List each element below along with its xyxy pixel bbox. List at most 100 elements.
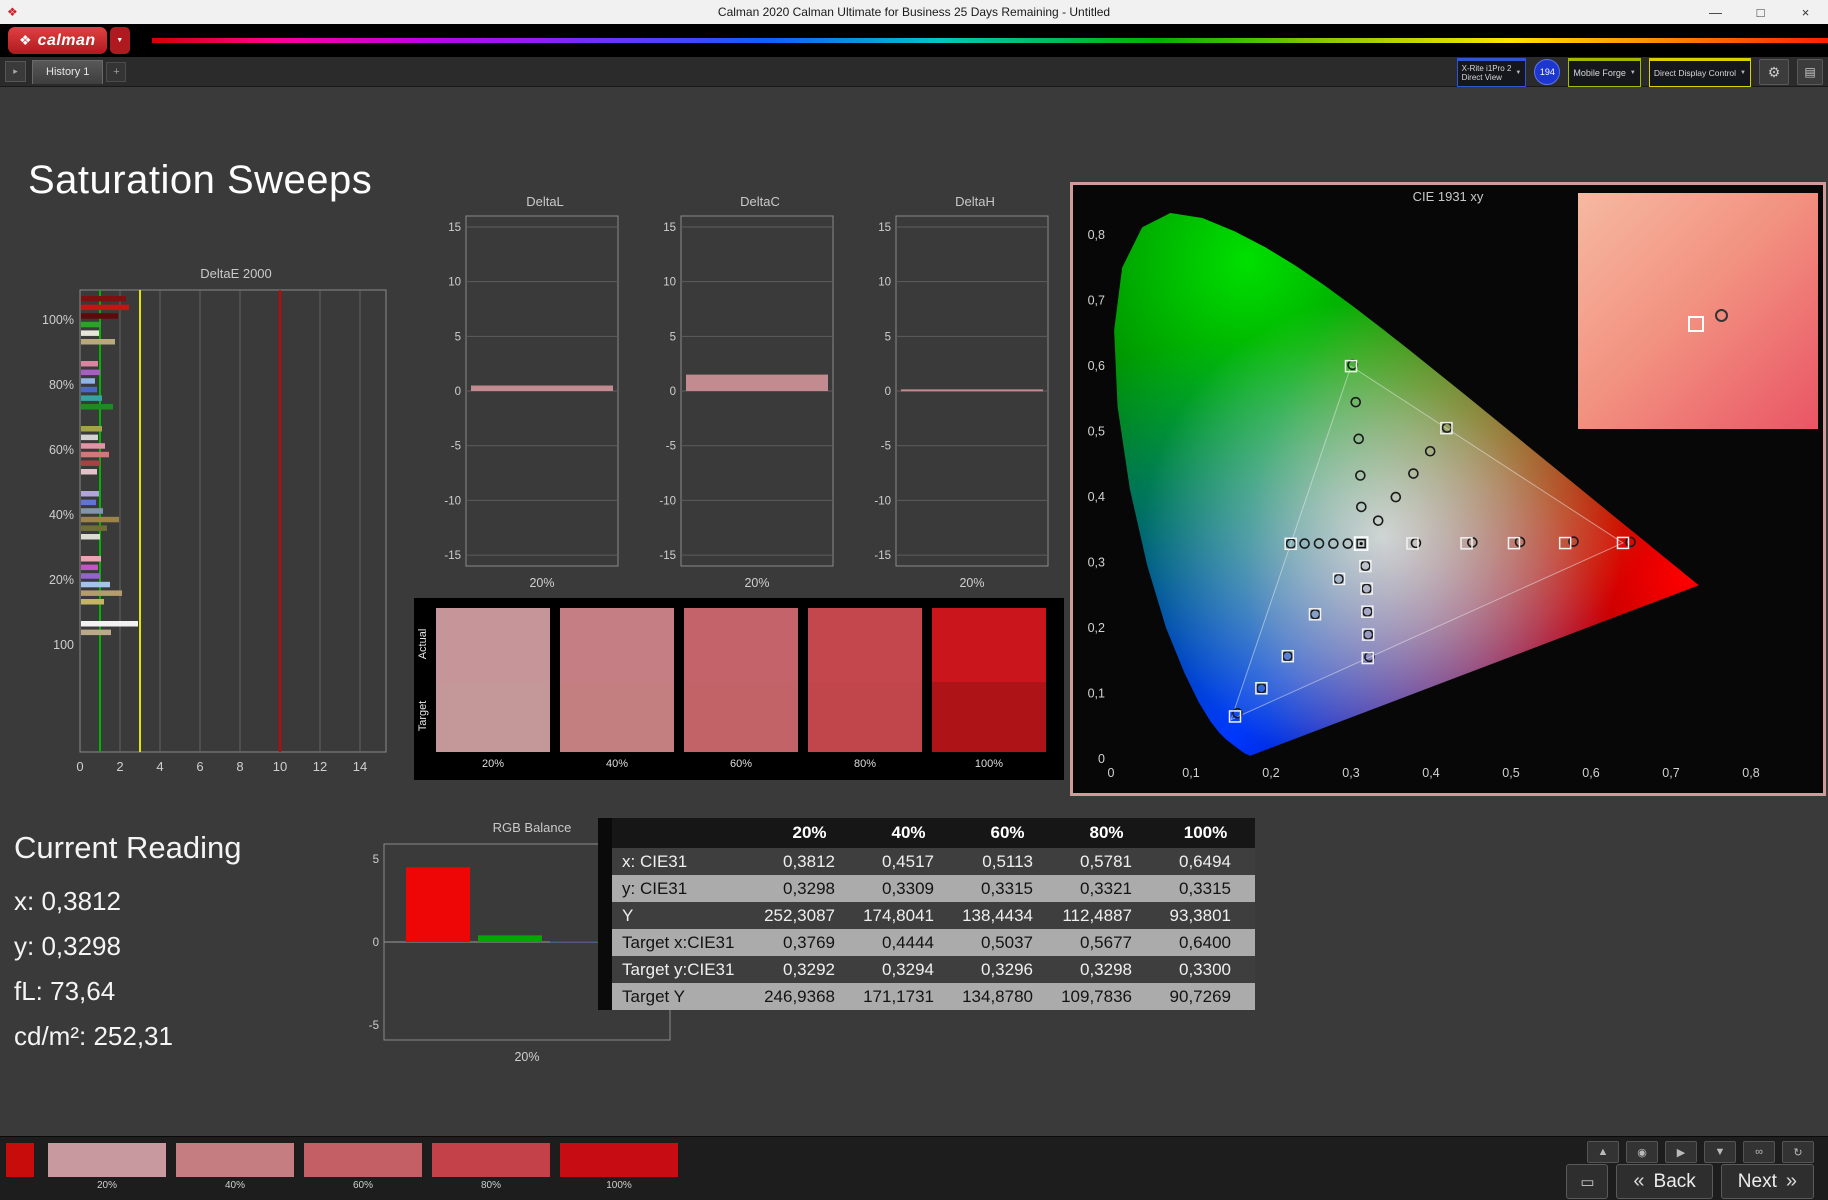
deltah-panel: DeltaH 15 10 5 0 -5 -10 -15 20% xyxy=(862,194,1054,598)
add-tab-button[interactable]: + xyxy=(106,61,127,82)
svg-text:2: 2 xyxy=(116,759,123,774)
svg-text:20%: 20% xyxy=(49,573,74,587)
footer-tool-buttons: ▲ ◉ ▶ ▼ ∞ ↻ xyxy=(1587,1141,1814,1163)
sweep-thumbnail-20%[interactable]: 20% xyxy=(48,1143,166,1191)
sync-button[interactable]: ↻ xyxy=(1782,1141,1814,1163)
svg-text:0,1: 0,1 xyxy=(1088,687,1105,701)
chevron-down-icon: ▼ xyxy=(1515,70,1522,76)
rainbow-gradient-bar xyxy=(152,38,1828,43)
source-selector[interactable]: Mobile Forge ▼ xyxy=(1568,57,1641,87)
table-cell: 112,4887 xyxy=(1057,902,1156,929)
thumbnail-label: 80% xyxy=(480,1180,501,1191)
table-cell: 246,9368 xyxy=(760,983,859,1010)
sweep-thumbnail-60%[interactable]: 60% xyxy=(304,1143,422,1191)
display-pattern-button[interactable]: ▭ xyxy=(1566,1164,1609,1199)
svg-text:0: 0 xyxy=(885,386,891,398)
svg-text:0,4: 0,4 xyxy=(1088,490,1105,504)
table-row-strip xyxy=(598,929,612,956)
table-cell: 0,3309 xyxy=(859,875,958,902)
minimize-button[interactable]: — xyxy=(1693,0,1738,24)
page-title: Saturation Sweeps xyxy=(28,158,373,202)
svg-text:5: 5 xyxy=(670,331,676,343)
thumbnail-color xyxy=(432,1143,550,1177)
tab-bar: ▸ History 1 + X-Rite i1Pro 2 Direct View… xyxy=(0,57,1828,87)
svg-text:0,2: 0,2 xyxy=(1088,621,1105,635)
table-cell: 0,5037 xyxy=(958,929,1057,956)
source-text: Mobile Forge xyxy=(1573,67,1626,78)
meter-selector[interactable]: X-Rite i1Pro 2 Direct View ▼ xyxy=(1456,57,1527,87)
svg-text:14: 14 xyxy=(353,759,367,774)
eject-button[interactable]: ▲ xyxy=(1587,1141,1619,1163)
logo-dropdown-button[interactable]: ▼ xyxy=(109,27,130,54)
swatch-column-60%: 60% xyxy=(684,608,798,770)
chevron-down-icon: ▼ xyxy=(1629,70,1636,76)
next-button[interactable]: Next » xyxy=(1720,1164,1814,1199)
svg-text:0: 0 xyxy=(76,759,83,774)
table-col-header: 40% xyxy=(859,818,958,848)
svg-text:15: 15 xyxy=(448,222,461,234)
svg-text:0: 0 xyxy=(670,386,676,398)
table-cell: 0,4517 xyxy=(859,848,958,875)
maximize-button[interactable]: □ xyxy=(1738,0,1783,24)
layout-panel-button[interactable]: ▤ xyxy=(1797,59,1823,85)
svg-text:0,5: 0,5 xyxy=(1502,766,1519,780)
calman-app-window: ❖ Calman 2020 Calman Ultimate for Busine… xyxy=(0,0,1828,1200)
table-col-header: 60% xyxy=(958,818,1057,848)
deltal-panel: DeltaL 15 10 5 0 -5 -10 -15 20% xyxy=(432,194,624,598)
meter-count-badge[interactable]: 194 xyxy=(1534,59,1561,85)
sweep-thumbnail-40%[interactable]: 40% xyxy=(176,1143,294,1191)
svg-text:0,3: 0,3 xyxy=(1342,766,1359,780)
thumbnail-label: 20% xyxy=(96,1180,117,1191)
svg-text:40%: 40% xyxy=(49,508,74,522)
table-cell: 0,5677 xyxy=(1057,929,1156,956)
table-cell: 0,6400 xyxy=(1156,929,1255,956)
thumbnail-color xyxy=(560,1143,678,1177)
swatch-level-label: 40% xyxy=(605,758,629,770)
active-color-swatch[interactable] xyxy=(6,1143,34,1177)
table-cell: 0,3298 xyxy=(1057,956,1156,983)
back-button[interactable]: « Back xyxy=(1616,1164,1713,1199)
back-button-label: Back xyxy=(1653,1170,1696,1192)
sweep-thumbnail-80%[interactable]: 80% xyxy=(432,1143,550,1191)
save-button[interactable]: ▼ xyxy=(1704,1141,1736,1163)
sweep-thumbnail-100%[interactable]: 100% xyxy=(560,1143,678,1191)
svg-text:0,7: 0,7 xyxy=(1662,766,1679,780)
double-chevron-left-icon: « xyxy=(1633,1170,1645,1192)
link-button[interactable]: ∞ xyxy=(1743,1141,1775,1163)
display-control-selector[interactable]: Direct Display Control ▼ xyxy=(1648,57,1751,87)
svg-text:0,5: 0,5 xyxy=(1088,425,1105,439)
deltal-chart: 15 10 5 0 -5 -10 -15 20% xyxy=(444,215,619,590)
table-cell: 0,3321 xyxy=(1057,875,1156,902)
table-row-strip xyxy=(598,902,612,929)
svg-text:12: 12 xyxy=(313,759,327,774)
table-cell: 0,3296 xyxy=(958,956,1057,983)
svg-text:-5: -5 xyxy=(451,441,461,453)
table-cell: 0,6494 xyxy=(1156,848,1255,875)
table-cell: 252,3087 xyxy=(760,902,859,929)
svg-text:8: 8 xyxy=(236,759,243,774)
svg-text:5: 5 xyxy=(373,854,379,866)
target-swatch xyxy=(684,682,798,752)
play-button[interactable]: ▶ xyxy=(1665,1141,1697,1163)
inset-target-marker xyxy=(1688,315,1705,332)
calman-logo[interactable]: ❖ calman ▼ xyxy=(8,27,130,54)
actual-swatch xyxy=(684,608,798,682)
svg-text:15: 15 xyxy=(663,222,676,234)
swatch-level-label: 80% xyxy=(853,758,877,770)
source-label: Mobile Forge xyxy=(1573,67,1626,78)
actual-swatch xyxy=(808,608,922,682)
close-button[interactable]: × xyxy=(1783,0,1828,24)
table-cell: 0,3769 xyxy=(760,929,859,956)
current-reading-block: Current Reading x: 0,3812 y: 0,3298 fL: … xyxy=(14,830,241,1066)
camera-button[interactable]: ◉ xyxy=(1626,1141,1658,1163)
tab-history-1[interactable]: History 1 xyxy=(32,59,104,84)
svg-text:-15: -15 xyxy=(444,550,461,562)
tab-scroll-button[interactable]: ▸ xyxy=(5,61,26,82)
swatch-column-80%: 80% xyxy=(808,608,922,770)
calman-logo-pill[interactable]: ❖ calman xyxy=(8,27,107,54)
table-row-label: Target x:CIE31 xyxy=(612,929,760,956)
svg-text:20%: 20% xyxy=(529,576,554,590)
calman-logo-text: calman xyxy=(37,31,96,49)
settings-gear-button[interactable]: ⚙ xyxy=(1759,59,1789,85)
reading-y: y: 0,3298 xyxy=(14,931,121,961)
